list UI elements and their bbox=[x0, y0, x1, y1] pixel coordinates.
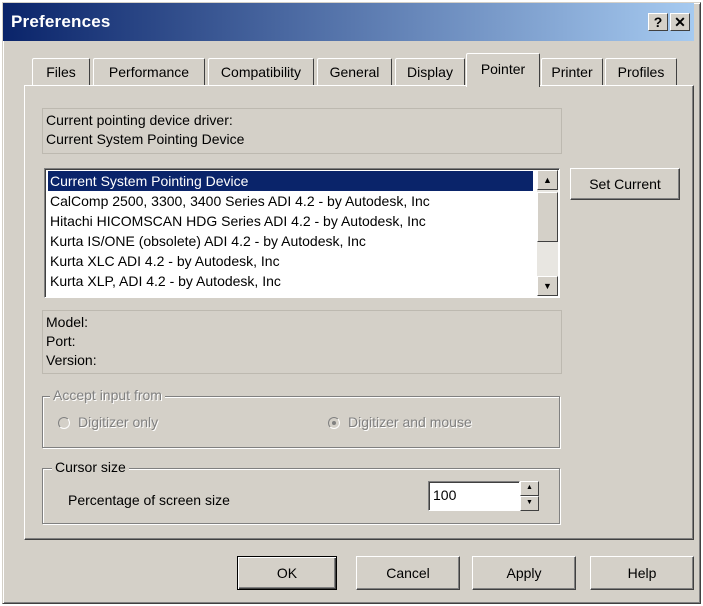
list-item[interactable]: Current System Pointing Device bbox=[48, 171, 533, 191]
scroll-down-icon[interactable]: ▼ bbox=[537, 276, 558, 296]
tab-general[interactable]: General bbox=[317, 58, 392, 86]
list-item[interactable]: Hitachi HICOMSCAN HDG Series ADI 4.2 - b… bbox=[48, 211, 426, 231]
tab-performance[interactable]: Performance bbox=[93, 58, 205, 86]
window-title: Preferences bbox=[11, 12, 111, 31]
scroll-up-icon[interactable]: ▲ bbox=[537, 170, 558, 190]
scroll-thumb[interactable] bbox=[537, 192, 558, 242]
title-bar[interactable]: Preferences ? ✕ bbox=[3, 3, 694, 41]
digitizer-only-label: Digitizer only bbox=[78, 414, 159, 430]
list-item[interactable]: Kurta XLC ADI 4.2 - by Autodesk, Inc bbox=[48, 251, 280, 271]
tab-profiles[interactable]: Profiles bbox=[605, 58, 677, 86]
device-info-box bbox=[42, 310, 562, 374]
help-button[interactable]: Help bbox=[590, 556, 694, 590]
cursor-size-input[interactable]: 100 bbox=[428, 481, 520, 511]
digitizer-and-mouse-label: Digitizer and mouse bbox=[348, 414, 472, 430]
ok-button[interactable]: OK bbox=[237, 556, 337, 590]
spin-up-icon[interactable]: ▲ bbox=[520, 481, 539, 496]
close-icon[interactable]: ✕ bbox=[670, 13, 690, 31]
list-item[interactable]: Kurta XLP, ADI 4.2 - by Autodesk, Inc bbox=[48, 271, 281, 291]
model-label: Model: bbox=[46, 314, 89, 330]
cancel-button[interactable]: Cancel bbox=[356, 556, 460, 590]
accept-input-legend: Accept input from bbox=[50, 387, 165, 403]
set-current-button[interactable]: Set Current bbox=[570, 168, 680, 200]
port-label: Port: bbox=[46, 333, 76, 349]
list-scrollbar[interactable]: ▲ ▼ bbox=[537, 170, 558, 296]
current-driver-label: Current pointing device driver: bbox=[46, 112, 233, 128]
help-icon[interactable]: ? bbox=[648, 13, 668, 31]
spin-down-icon[interactable]: ▼ bbox=[520, 496, 539, 511]
tab-display[interactable]: Display bbox=[395, 58, 465, 86]
version-label: Version: bbox=[46, 352, 97, 368]
tab-files[interactable]: Files bbox=[32, 58, 90, 86]
tab-compatibility[interactable]: Compatibility bbox=[208, 58, 314, 86]
tab-printer[interactable]: Printer bbox=[541, 58, 603, 86]
percentage-label: Percentage of screen size bbox=[68, 492, 230, 508]
digitizer-and-mouse-radio[interactable] bbox=[328, 417, 340, 429]
pointing-device-list[interactable]: Current System Pointing Device CalComp 2… bbox=[44, 168, 560, 298]
current-driver-value: Current System Pointing Device bbox=[46, 131, 245, 147]
list-item[interactable]: Kurta IS/ONE (obsolete) ADI 4.2 - by Aut… bbox=[48, 231, 366, 251]
digitizer-only-radio[interactable] bbox=[58, 417, 70, 429]
apply-button[interactable]: Apply bbox=[472, 556, 576, 590]
list-item[interactable]: CalComp 2500, 3300, 3400 Series ADI 4.2 … bbox=[48, 191, 430, 211]
cursor-size-value: 100 bbox=[433, 487, 457, 503]
tab-pointer[interactable]: Pointer bbox=[466, 53, 540, 87]
cursor-size-legend: Cursor size bbox=[52, 459, 129, 475]
